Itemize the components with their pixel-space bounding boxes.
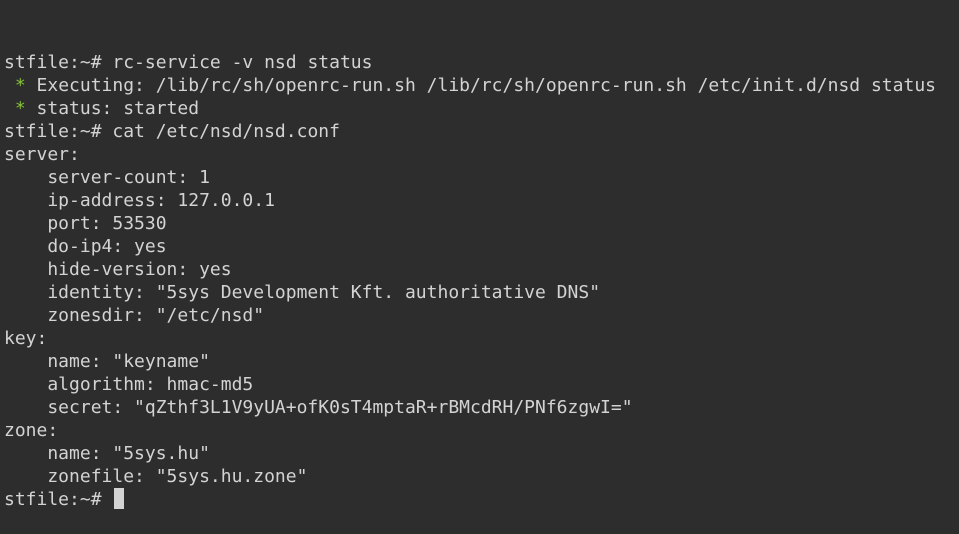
output-line: zone:: [4, 420, 59, 441]
status-star-icon: *: [4, 75, 26, 96]
output-line: server:: [4, 144, 80, 165]
status-text: Executing: /lib/rc/sh/openrc-run.sh /lib…: [25, 75, 936, 96]
command-text: cat /etc/nsd/nsd.conf: [112, 121, 340, 142]
output-line: ip-address: 127.0.0.1: [4, 190, 275, 211]
output-line: key:: [4, 328, 48, 349]
command-line: stfile:~# rc-service -v nsd status: [4, 51, 959, 74]
status-star-icon: *: [4, 98, 26, 119]
prompt-line: stfile:~#: [4, 488, 959, 511]
output-line: secret: "qZthf3L1V9yUA+ofK0sT4mptaR+rBMc…: [4, 397, 633, 418]
output-line: do-ip4: yes: [4, 236, 167, 257]
shell-prompt: stfile:~#: [4, 489, 113, 510]
text-cursor[interactable]: [114, 488, 125, 509]
output-line: name: "5sys.hu": [4, 443, 210, 464]
output-line: server-count: 1: [4, 167, 210, 188]
status-line: * Executing: /lib/rc/sh/openrc-run.sh /l…: [4, 74, 959, 97]
output-line: identity: "5sys Development Kft. authori…: [4, 282, 601, 303]
output-line: name: "keyname": [4, 351, 210, 372]
output-line: algorithm: hmac-md5: [4, 374, 254, 395]
terminal-output: stfile:~# rc-service -v nsd status * Exe…: [4, 51, 959, 511]
status-line: * status: started: [4, 97, 959, 120]
shell-prompt: stfile:~#: [4, 52, 113, 73]
output-line: hide-version: yes: [4, 259, 232, 280]
output-line: zonesdir: "/etc/nsd": [4, 305, 265, 326]
command-text: rc-service -v nsd status: [112, 52, 373, 73]
output-line: port: 53530: [4, 213, 167, 234]
output-line: zonefile: "5sys.hu.zone": [4, 466, 308, 487]
shell-prompt: stfile:~#: [4, 121, 113, 142]
terminal-window[interactable]: stfile:~# rc-service -v nsd status * Exe…: [0, 0, 959, 510]
status-text: status: started: [25, 98, 200, 119]
command-line: stfile:~# cat /etc/nsd/nsd.conf: [4, 120, 959, 143]
